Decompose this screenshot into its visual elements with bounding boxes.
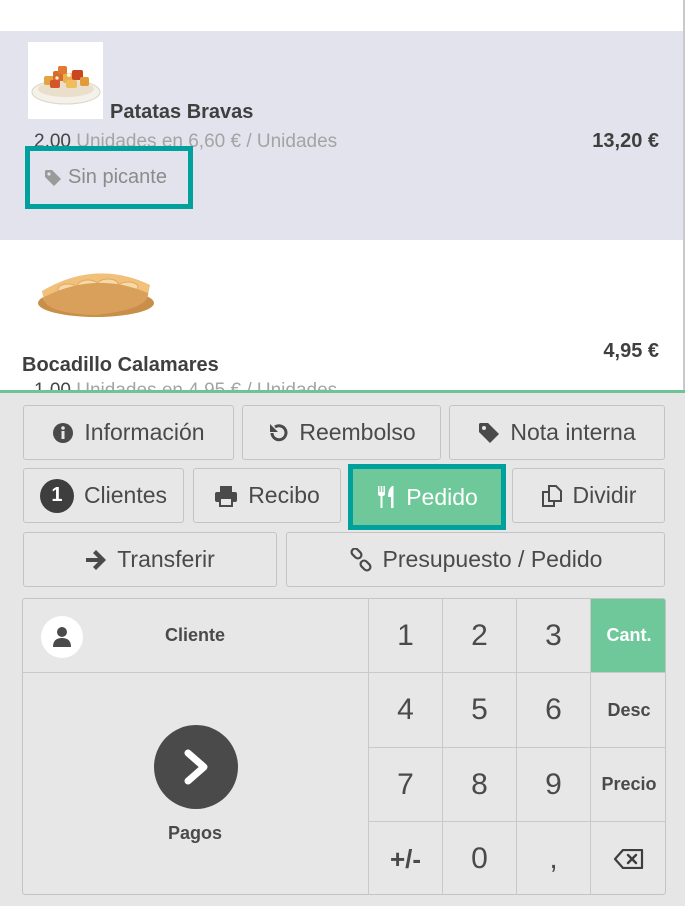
undo-icon bbox=[270, 423, 288, 441]
numpad-panel: Cliente Pagos 1 2 3 Cant. 4 5 6 Desc 7 8… bbox=[22, 598, 666, 895]
customers-label: Clientes bbox=[83, 482, 168, 508]
transfer-label: Transferir bbox=[117, 546, 215, 572]
numpad-key-5[interactable]: 5 bbox=[443, 673, 517, 748]
order-line[interactable]: Bocadillo Calamares 4,95 € 1,00 Unidades… bbox=[0, 240, 683, 391]
info-label: Información bbox=[84, 419, 205, 445]
quote-order-button[interactable]: Presupuesto / Pedido bbox=[286, 532, 665, 587]
tag-icon bbox=[45, 169, 61, 186]
printer-icon bbox=[215, 485, 238, 507]
order-button[interactable]: Pedido bbox=[353, 469, 501, 525]
payment-button[interactable]: Pagos bbox=[23, 673, 369, 894]
numpad-key-7[interactable]: 7 bbox=[369, 748, 443, 822]
info-circle-icon bbox=[53, 422, 74, 443]
cutlery-icon bbox=[378, 486, 394, 508]
link-icon bbox=[350, 547, 372, 572]
line-price: 4,95 € bbox=[603, 340, 659, 362]
bocadillo-calamares-image bbox=[28, 251, 162, 326]
mode-price-button[interactable]: Precio bbox=[591, 748, 665, 822]
split-button[interactable]: Dividir bbox=[512, 468, 665, 523]
numpad-key-2[interactable]: 2 bbox=[443, 599, 517, 673]
numpad-key-1[interactable]: 1 bbox=[369, 599, 443, 673]
numpad-key-8[interactable]: 8 bbox=[443, 748, 517, 822]
order-label: Pedido bbox=[406, 483, 478, 510]
user-icon bbox=[41, 616, 83, 658]
patatas-bravas-image bbox=[28, 42, 103, 119]
customer-label: Cliente bbox=[164, 625, 225, 645]
numpad-key-comma[interactable]: , bbox=[517, 822, 591, 894]
internal-note-button[interactable]: Nota interna bbox=[449, 405, 665, 460]
quote-order-label: Presupuesto / Pedido bbox=[382, 546, 603, 572]
mode-discount-button[interactable]: Desc bbox=[591, 673, 665, 748]
refund-button[interactable]: Reembolso bbox=[242, 405, 441, 460]
line-product-name: Bocadillo Calamares bbox=[22, 354, 219, 376]
receipt-label: Recibo bbox=[248, 482, 320, 508]
backspace-button[interactable] bbox=[591, 822, 665, 894]
order-list[interactable]: Patatas Bravas 2,00 Unidades en 6,60 € /… bbox=[0, 0, 685, 391]
refund-label: Reembolso bbox=[299, 419, 416, 445]
numpad-key-6[interactable]: 6 bbox=[517, 673, 591, 748]
line-note-highlight[interactable]: Sin picante bbox=[25, 146, 193, 209]
receipt-button[interactable]: Recibo bbox=[193, 468, 341, 523]
numpad-key-plus-minus[interactable]: +/- bbox=[369, 822, 443, 894]
chevron-right-icon bbox=[154, 725, 238, 809]
info-button[interactable]: Información bbox=[23, 405, 234, 460]
customers-button[interactable]: 1 Clientes bbox=[23, 468, 184, 523]
mode-quantity-button[interactable]: Cant. bbox=[591, 599, 665, 673]
line-price: 13,20 € bbox=[592, 130, 659, 152]
payment-label: Pagos bbox=[167, 823, 223, 843]
arrow-right-icon bbox=[86, 549, 107, 570]
numpad-key-9[interactable]: 9 bbox=[517, 748, 591, 822]
list-separator bbox=[0, 390, 685, 393]
line-note-text: Sin picante bbox=[68, 166, 167, 188]
customer-button[interactable]: Cliente bbox=[23, 599, 369, 673]
backspace-icon bbox=[614, 849, 644, 869]
customer-count-badge: 1 bbox=[39, 478, 74, 513]
tag-icon bbox=[479, 422, 500, 443]
split-label: Dividir bbox=[572, 482, 637, 508]
line-product-name: Patatas Bravas bbox=[110, 101, 254, 123]
numpad-key-4[interactable]: 4 bbox=[369, 673, 443, 748]
numpad-key-3[interactable]: 3 bbox=[517, 599, 591, 673]
copy-icon bbox=[541, 484, 562, 507]
internal-note-label: Nota interna bbox=[510, 419, 636, 445]
numpad-key-0[interactable]: 0 bbox=[443, 822, 517, 894]
transfer-button[interactable]: Transferir bbox=[23, 532, 277, 587]
